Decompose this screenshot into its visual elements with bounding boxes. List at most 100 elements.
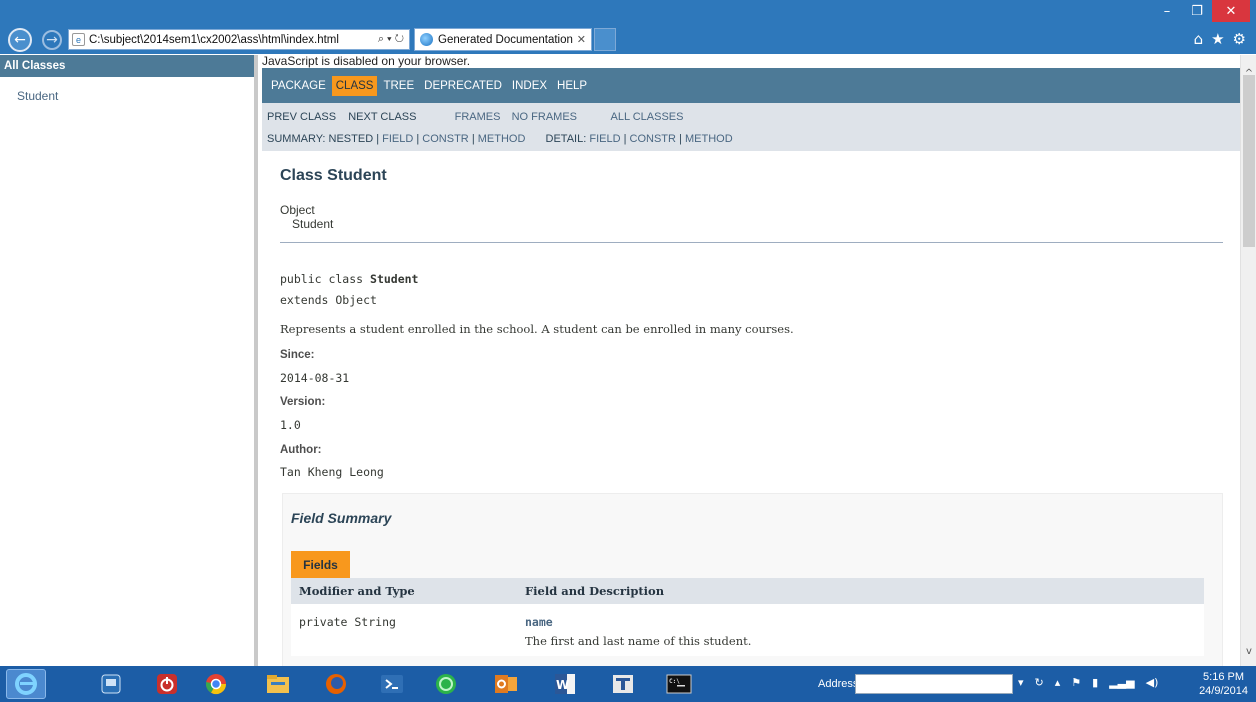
power-icon[interactable] bbox=[147, 669, 187, 699]
file-explorer-icon[interactable] bbox=[258, 669, 298, 699]
all-classes-frame: All Classes Student bbox=[0, 55, 258, 666]
author-label: Author: bbox=[280, 444, 322, 456]
system-clock[interactable]: 5:16 PM 24/9/2014 bbox=[1199, 670, 1248, 698]
address-text[interactable]: C:\subject\2014sem1\cx2002\ass\html\inde… bbox=[89, 34, 378, 46]
search-refresh-icon[interactable]: ⌕ ▾ ↻ bbox=[378, 33, 404, 46]
scroll-thumb[interactable] bbox=[1243, 75, 1255, 247]
class-signature: public class Student extends Object bbox=[280, 269, 418, 311]
address-bar[interactable]: e C:\subject\2014sem1\cx2002\ass\html\in… bbox=[68, 29, 410, 50]
column-header-modifier: Modifier and Type bbox=[291, 578, 517, 604]
column-header-field: Field and Description bbox=[517, 578, 1204, 604]
window-controls: – ❐ ✕ bbox=[1152, 0, 1250, 22]
all-classes-header: All Classes bbox=[0, 55, 254, 77]
pipe-separator: | bbox=[471, 133, 475, 145]
inheritance-tree: Object Student bbox=[280, 203, 333, 231]
fields-tab: Fields bbox=[291, 551, 350, 578]
powershell-icon[interactable] bbox=[372, 669, 412, 699]
page-icon: e bbox=[72, 33, 85, 46]
field-cell: name The first and last name of this stu… bbox=[517, 604, 1204, 656]
class-description: Represents a student enrolled in the sch… bbox=[280, 322, 794, 336]
nav-help[interactable]: Help bbox=[553, 76, 591, 96]
since-value: 2014-08-31 bbox=[280, 371, 350, 385]
noscript-message: JavaScript is disabled on your browser. bbox=[262, 55, 471, 68]
vertical-scrollbar[interactable]: ^ v bbox=[1240, 55, 1256, 666]
home-icon[interactable]: ⌂ bbox=[1194, 30, 1204, 48]
taskbar-address-input[interactable] bbox=[855, 674, 1013, 694]
show-hidden-icons[interactable]: ▴ bbox=[1055, 676, 1061, 689]
top-navigation: Package Class Tree Deprecated Index Help bbox=[262, 68, 1240, 103]
table-row: private String name The first and last n… bbox=[291, 604, 1204, 656]
class-link-student[interactable]: Student bbox=[17, 89, 254, 103]
minimize-button[interactable]: – bbox=[1152, 0, 1182, 22]
forward-button[interactable]: → bbox=[42, 30, 62, 50]
nav-tree[interactable]: Tree bbox=[379, 76, 418, 96]
spotify-icon[interactable] bbox=[426, 669, 466, 699]
browser-tab[interactable]: Generated Documentation ... ✕ bbox=[414, 28, 592, 51]
signature-class-name: Student bbox=[370, 272, 419, 286]
word-icon[interactable]: W bbox=[545, 669, 585, 699]
summary-constr-link[interactable]: CONSTR bbox=[422, 133, 468, 145]
battery-icon[interactable]: ▮ bbox=[1092, 676, 1098, 689]
close-button[interactable]: ✕ bbox=[1212, 0, 1250, 22]
nav-class: Class bbox=[331, 75, 378, 96]
detail-label: DETAIL: bbox=[545, 133, 587, 145]
settings-icon[interactable]: ⚙ bbox=[1233, 30, 1246, 48]
forward-arrow-icon: → bbox=[46, 32, 58, 48]
system-tray: ▾ ↻ ▴ ⚑ ▮ ▂▃▅ ◀) bbox=[1018, 676, 1158, 689]
signature-modifiers: public class bbox=[280, 272, 371, 286]
command-prompt-icon[interactable]: C:\ bbox=[659, 669, 699, 699]
nav-deprecated[interactable]: Deprecated bbox=[420, 76, 506, 96]
field-type: private String bbox=[291, 604, 517, 656]
dropdown-icon[interactable]: ▾ bbox=[1018, 676, 1024, 689]
summary-label: SUMMARY: NESTED | bbox=[267, 133, 380, 145]
flag-icon[interactable]: ⚑ bbox=[1071, 676, 1081, 689]
field-description: The first and last name of this student. bbox=[525, 634, 752, 648]
detail-constr-link[interactable]: CONSTR bbox=[630, 133, 676, 145]
volume-icon[interactable]: ◀) bbox=[1146, 676, 1159, 689]
restore-button[interactable]: ❐ bbox=[1182, 0, 1212, 22]
detail-field-link[interactable]: FIELD bbox=[589, 133, 620, 145]
no-frames-link[interactable]: NO FRAMES bbox=[512, 111, 577, 123]
svg-text:W: W bbox=[556, 678, 569, 692]
browser-navbar: ← → e C:\subject\2014sem1\cx2002\ass\htm… bbox=[0, 24, 1256, 54]
version-value: 1.0 bbox=[280, 418, 301, 432]
superclass-name: Object bbox=[280, 203, 315, 217]
firefox-icon[interactable] bbox=[316, 669, 356, 699]
fields-table: Modifier and Type Field and Description … bbox=[291, 578, 1204, 656]
scroll-down-icon[interactable]: v bbox=[1241, 643, 1256, 659]
since-label: Since: bbox=[280, 349, 315, 361]
sub-navigation: PREV CLASS NEXT CLASS FRAMES NO FRAMES A… bbox=[262, 103, 1240, 151]
refresh-icon[interactable]: ↻ bbox=[1035, 676, 1044, 689]
nav-index[interactable]: Index bbox=[508, 76, 551, 96]
author-value: Tan Kheng Leong bbox=[280, 465, 384, 479]
pipe-separator: | bbox=[679, 133, 682, 145]
detail-method-link[interactable]: METHOD bbox=[685, 133, 733, 145]
all-classes-link[interactable]: ALL CLASSES bbox=[611, 111, 684, 123]
tab-close-icon[interactable]: ✕ bbox=[577, 33, 586, 46]
version-label: Version: bbox=[280, 396, 326, 408]
browser-toolbar: ⌂ ★ ⚙ bbox=[1194, 30, 1246, 48]
favorites-icon[interactable]: ★ bbox=[1211, 30, 1224, 48]
back-button[interactable]: ← bbox=[8, 28, 32, 52]
class-title: Class Student bbox=[280, 167, 387, 184]
summary-field-link[interactable]: FIELD bbox=[382, 133, 413, 145]
desktop-app-icon[interactable] bbox=[91, 669, 131, 699]
summary-method-link[interactable]: METHOD bbox=[478, 133, 526, 145]
new-tab-button[interactable] bbox=[594, 28, 616, 51]
outlook-icon[interactable] bbox=[486, 669, 526, 699]
clock-time: 5:16 PM bbox=[1203, 671, 1245, 683]
pipe-separator: | bbox=[416, 133, 420, 145]
taskbar: W C:\ Address ▾ ↻ ▴ ⚑ ▮ ▂▃▅ ◀) 5:16 PM 2… bbox=[0, 666, 1256, 702]
chrome-icon[interactable] bbox=[196, 669, 236, 699]
internet-explorer-icon[interactable] bbox=[6, 669, 46, 699]
subclass-name: Student bbox=[292, 217, 334, 231]
field-name-link[interactable]: name bbox=[525, 615, 1204, 629]
clock-date: 24/9/2014 bbox=[1199, 685, 1248, 697]
text-editor-icon[interactable] bbox=[603, 669, 643, 699]
class-doc-frame: JavaScript is disabled on your browser. … bbox=[262, 55, 1240, 666]
field-summary-title: Field Summary bbox=[291, 510, 392, 526]
divider bbox=[280, 242, 1223, 243]
network-icon[interactable]: ▂▃▅ bbox=[1109, 676, 1134, 689]
frames-link[interactable]: FRAMES bbox=[455, 111, 501, 123]
nav-package[interactable]: Package bbox=[267, 76, 330, 96]
